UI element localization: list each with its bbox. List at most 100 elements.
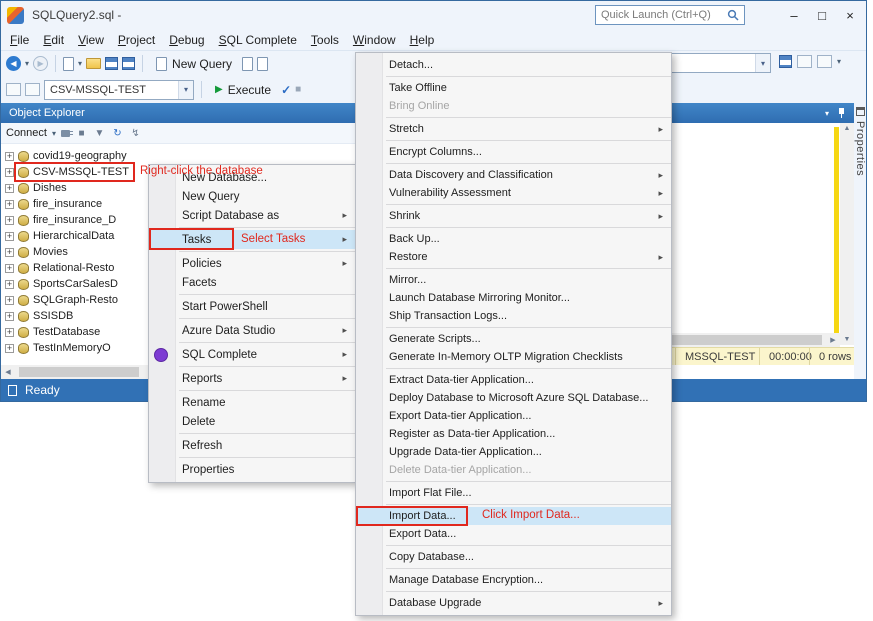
menu-file[interactable]: File <box>3 31 36 49</box>
menu-item-take-offline[interactable]: Take Offline <box>356 79 671 97</box>
availability-icon[interactable] <box>6 83 21 96</box>
menu-item-register-data-tier[interactable]: Register as Data-tier Application... <box>356 425 671 443</box>
script-icon[interactable]: ↯ <box>129 128 142 139</box>
menu-item-export-data-tier[interactable]: Export Data-tier Application... <box>356 407 671 425</box>
properties-tab[interactable]: Properties <box>854 121 866 176</box>
connect-dropdown-icon[interactable]: ▾ <box>52 129 56 138</box>
filter-icon[interactable]: ▼ <box>93 128 106 139</box>
menu-item-mirror[interactable]: Mirror... <box>356 271 671 289</box>
toolbar-extra-icon-3[interactable] <box>817 55 832 68</box>
menu-item-sql-complete[interactable]: SQL Complete▸ <box>149 345 355 364</box>
menu-item-deploy-to-azure[interactable]: Deploy Database to Microsoft Azure SQL D… <box>356 389 671 407</box>
menu-help[interactable]: Help <box>403 31 442 49</box>
menu-item-database-upgrade[interactable]: Database Upgrade▸ <box>356 594 671 612</box>
expand-icon[interactable]: + <box>5 344 14 353</box>
available-databases-dropdown-icon[interactable]: ▾ <box>178 81 193 99</box>
menu-item-back-up[interactable]: Back Up... <box>356 230 671 248</box>
menu-item-generate-inmemory-checklists[interactable]: Generate In-Memory OLTP Migration Checkl… <box>356 348 671 366</box>
menu-item-reports[interactable]: Reports▸ <box>149 369 355 388</box>
menu-item-copy-database[interactable]: Copy Database... <box>356 548 671 566</box>
pin-icon[interactable] <box>837 108 846 118</box>
navigate-back-dropdown-icon[interactable]: ▾ <box>25 59 29 68</box>
connect-button[interactable]: Connect <box>6 127 47 139</box>
menu-item-ship-transaction-logs[interactable]: Ship Transaction Logs... <box>356 307 671 325</box>
expand-icon[interactable]: + <box>5 232 14 241</box>
available-databases-combo[interactable]: CSV-MSSQL-TEST ▾ <box>44 80 194 100</box>
window-position-icon[interactable]: ▾ <box>825 109 829 118</box>
toolbar-extra-icon-2[interactable] <box>797 55 812 68</box>
quick-launch-input[interactable]: Quick Launch (Ctrl+Q) <box>595 5 745 25</box>
menu-item-generate-scripts[interactable]: Generate Scripts... <box>356 330 671 348</box>
expand-icon[interactable]: + <box>5 168 14 177</box>
scrollbar-thumb[interactable] <box>19 367 139 377</box>
menu-item-data-discovery[interactable]: Data Discovery and Classification▸ <box>356 166 671 184</box>
menu-view[interactable]: View <box>71 31 111 49</box>
menu-item-policies[interactable]: Policies▸ <box>149 254 355 273</box>
menu-item-delete[interactable]: Delete <box>149 412 355 431</box>
menu-debug[interactable]: Debug <box>162 31 211 49</box>
navigate-forward-icon[interactable]: ▶ <box>33 56 48 71</box>
menu-item-properties[interactable]: Properties <box>149 460 355 479</box>
parse-check-icon[interactable]: ✓ <box>281 83 291 97</box>
maximize-button[interactable]: □ <box>808 1 836 29</box>
execute-button[interactable]: ▶ Execute <box>209 81 277 99</box>
expand-icon[interactable]: + <box>5 184 14 193</box>
toolbar-overflow-icon[interactable]: ▾ <box>837 57 841 66</box>
toolbar-combo-dropdown-icon[interactable]: ▾ <box>755 54 770 72</box>
menu-item-tasks[interactable]: Tasks ▸ Select Tasks <box>149 230 355 249</box>
stop-icon[interactable]: ■ <box>75 128 88 139</box>
menu-item-import-flat-file[interactable]: Import Flat File... <box>356 484 671 502</box>
scroll-down-icon[interactable]: ▼ <box>844 336 851 343</box>
menu-item-refresh[interactable]: Refresh <box>149 436 355 455</box>
scroll-right-icon[interactable]: ▶ <box>826 336 840 344</box>
cancel-query-icon[interactable]: ■ <box>295 84 301 95</box>
close-button[interactable]: × <box>836 1 864 29</box>
analysis-query-icon[interactable] <box>257 57 268 71</box>
scroll-up-icon[interactable]: ▲ <box>844 125 851 132</box>
change-connection-icon[interactable] <box>25 83 40 96</box>
menu-item-export-data[interactable]: Export Data... <box>356 525 671 543</box>
menu-item-shrink[interactable]: Shrink▸ <box>356 207 671 225</box>
expand-icon[interactable]: + <box>5 328 14 337</box>
menu-project[interactable]: Project <box>111 31 162 49</box>
save-icon[interactable] <box>105 57 118 70</box>
new-file-dropdown-icon[interactable]: ▾ <box>78 59 82 68</box>
menu-item-vulnerability-assessment[interactable]: Vulnerability Assessment▸ <box>356 184 671 202</box>
expand-icon[interactable]: + <box>5 248 14 257</box>
menu-sql-complete[interactable]: SQL Complete <box>212 31 304 49</box>
menu-item-facets[interactable]: Facets <box>149 273 355 292</box>
menu-window[interactable]: Window <box>346 31 403 49</box>
scroll-left-icon[interactable]: ◀ <box>1 368 15 376</box>
editor-vscrollbar[interactable]: ▲ ▼ <box>840 123 854 345</box>
toolbar-extra-icon-1[interactable] <box>779 55 792 68</box>
navigate-back-icon[interactable]: ◀ <box>6 56 21 71</box>
expand-icon[interactable]: + <box>5 296 14 305</box>
expand-icon[interactable]: + <box>5 152 14 161</box>
refresh-icon[interactable]: ↻ <box>111 128 124 139</box>
open-file-icon[interactable] <box>86 58 101 69</box>
menu-item-extract-data-tier[interactable]: Extract Data-tier Application... <box>356 371 671 389</box>
expand-icon[interactable]: + <box>5 200 14 209</box>
menu-item-azure-data-studio[interactable]: Azure Data Studio▸ <box>149 321 355 340</box>
expand-icon[interactable]: + <box>5 264 14 273</box>
menu-item-restore[interactable]: Restore▸ <box>356 248 671 266</box>
toolbar-combo[interactable]: ▾ <box>665 53 771 73</box>
new-query-button[interactable]: New Query <box>150 55 238 73</box>
disconnect-icon[interactable] <box>61 130 70 137</box>
menu-item-encrypt-columns[interactable]: Encrypt Columns... <box>356 143 671 161</box>
menu-item-new-query[interactable]: New Query <box>149 187 355 206</box>
menu-item-import-data[interactable]: Import Data... Click Import Data... <box>356 507 671 525</box>
menu-edit[interactable]: Edit <box>36 31 71 49</box>
menu-item-upgrade-data-tier[interactable]: Upgrade Data-tier Application... <box>356 443 671 461</box>
menu-item-stretch[interactable]: Stretch▸ <box>356 120 671 138</box>
new-file-icon[interactable] <box>63 57 74 71</box>
menu-item-start-powershell[interactable]: Start PowerShell <box>149 297 355 316</box>
database-engine-query-icon[interactable] <box>242 57 253 71</box>
menu-item-detach[interactable]: Detach... <box>356 56 671 74</box>
menu-item-script-database-as[interactable]: Script Database as▸ <box>149 206 355 225</box>
menu-tools[interactable]: Tools <box>304 31 346 49</box>
minimize-button[interactable]: – <box>780 1 808 29</box>
expand-icon[interactable]: + <box>5 312 14 321</box>
menu-item-launch-mirroring-monitor[interactable]: Launch Database Mirroring Monitor... <box>356 289 671 307</box>
save-all-icon[interactable] <box>122 57 135 70</box>
